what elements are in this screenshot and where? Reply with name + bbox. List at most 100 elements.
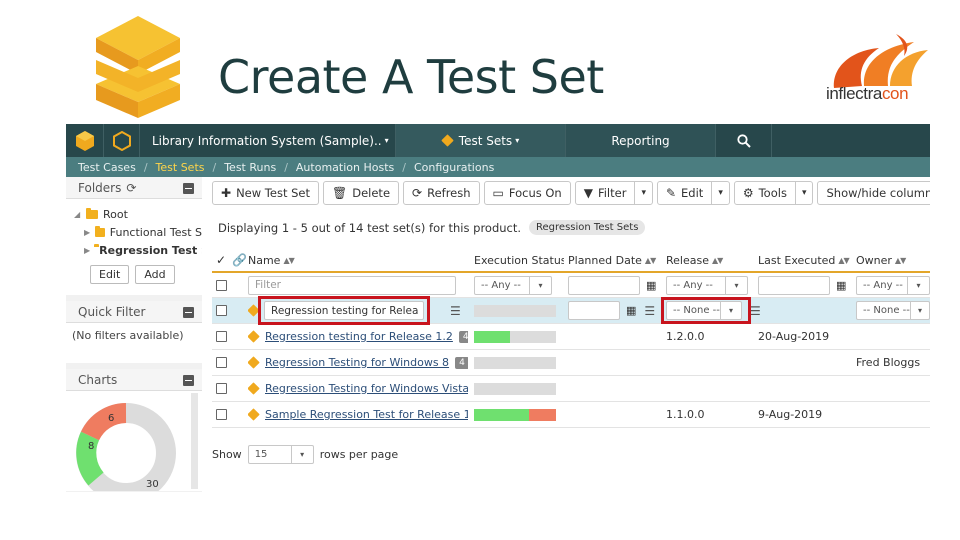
release-filter-select[interactable]: -- Any -- ▾ — [666, 275, 748, 295]
row-checkbox[interactable] — [216, 298, 227, 323]
sort-icon[interactable]: ▲▼ — [895, 256, 906, 265]
folders-panel-header: Folders ⟳ — [66, 177, 202, 199]
release-cell: 1.1.0.0 — [666, 402, 704, 427]
test-set-link[interactable]: Sample Regression Test for Release 1.1 — [265, 408, 468, 421]
row-checkbox[interactable] — [216, 376, 227, 401]
test-set-link[interactable]: Regression Testing for Windows Vista — [265, 382, 468, 395]
collapse-icon[interactable]: ◢ — [74, 210, 82, 219]
sort-icon[interactable]: ▲▼ — [838, 256, 849, 265]
app-screenshot: Library Information System (Sample).. ▾ T… — [66, 124, 930, 492]
chevron-down-icon[interactable]: ▾ — [712, 188, 729, 198]
last-executed-value: 20-Aug-2019 — [758, 330, 830, 343]
search-button[interactable] — [716, 124, 772, 157]
subnav-test-sets[interactable]: Test Sets — [156, 161, 205, 174]
exec-status-bar — [474, 298, 556, 323]
page-size-select[interactable]: 15 ▾ — [247, 445, 314, 464]
slide-title: Create A Test Set — [218, 50, 604, 104]
expand-icon[interactable]: ▶ — [84, 228, 91, 237]
expand-icon[interactable]: ▶ — [84, 246, 90, 255]
list-icon[interactable]: ☰ — [450, 298, 461, 323]
exec-filter-value: -- Any -- — [481, 279, 521, 291]
nav-tab-test-sets[interactable]: Test Sets ▾ — [396, 124, 566, 157]
refresh-icon[interactable]: ⟳ — [126, 181, 136, 195]
row-checkbox[interactable] — [216, 273, 227, 297]
last-executed-value: 9-Aug-2019 — [758, 408, 823, 421]
chevron-down-icon[interactable]: ▾ — [796, 188, 813, 198]
quick-filter-header: Quick Filter — [66, 301, 202, 323]
row-checkbox[interactable] — [216, 324, 227, 349]
add-folder-button[interactable]: Add — [135, 265, 175, 284]
exec-status-cell — [474, 402, 556, 427]
edit-folder-button[interactable]: Edit — [90, 265, 130, 284]
row-checkbox[interactable] — [216, 402, 227, 427]
brand-prefix: inflectra — [826, 84, 882, 103]
show-hide-columns-button[interactable]: Show/hide column — [817, 181, 930, 205]
nav-tab-reporting[interactable]: Reporting — [566, 124, 716, 157]
minimize-icon[interactable] — [183, 183, 194, 194]
chevron-down-icon: ▾ — [384, 136, 389, 145]
folder-filter-badge[interactable]: Regression Test Sets — [529, 220, 646, 235]
folder-label: Functional Test S — [109, 225, 202, 239]
focus-on-button[interactable]: ▭ Focus On — [483, 181, 571, 205]
owner-filter-select[interactable]: -- Any -- ▾ — [856, 275, 930, 295]
sort-icon[interactable]: ▲▼ — [283, 256, 294, 265]
subnav-test-runs[interactable]: Test Runs — [224, 161, 276, 174]
sort-icon[interactable]: ▲▼ — [712, 256, 723, 265]
subnav-automation-hosts[interactable]: Automation Hosts — [296, 161, 394, 174]
column-planned-date[interactable]: Planned Date ▲▼ — [568, 249, 664, 271]
plus-icon: ✚ — [221, 186, 232, 200]
table-row[interactable]: Regression Testing for Windows Vista4 — [212, 376, 930, 402]
chevron-down-icon[interactable]: ▾ — [635, 188, 652, 198]
sort-icon[interactable]: ▲▼ — [645, 256, 656, 265]
test-set-link[interactable]: Regression Testing for Windows 8 — [265, 356, 449, 369]
column-owner[interactable]: Owner ▲▼ — [856, 249, 930, 271]
filter-button[interactable]: ▼ Filter ▾ — [574, 181, 653, 205]
scrollbar[interactable] — [191, 393, 198, 489]
project-selector[interactable]: Library Information System (Sample).. ▾ — [140, 124, 396, 157]
calendar-icon[interactable]: ▦ — [626, 304, 636, 317]
refresh-button[interactable]: ⟳ Refresh — [403, 181, 480, 205]
table-row[interactable]: Regression testing for Release 1.2 4 1.2.… — [212, 324, 930, 350]
new-test-set-button[interactable]: ✚ New Test Set — [212, 181, 319, 205]
list-icon[interactable]: ☰ — [644, 304, 655, 318]
calendar-icon[interactable]: ▦ — [836, 279, 846, 292]
planned-date-edit-input[interactable] — [568, 301, 620, 320]
planned-date-filter-input[interactable] — [568, 275, 640, 295]
row-checkbox[interactable] — [216, 350, 227, 375]
tools-button[interactable]: ⚙ Tools ▾ — [733, 181, 814, 205]
edit-button[interactable]: ✎ Edit ▾ — [656, 181, 730, 205]
exec-status-filter-select[interactable]: -- Any -- ▾ — [474, 275, 552, 295]
column-release[interactable]: Release ▲▼ — [666, 249, 756, 271]
last-exec-filter-input[interactable] — [758, 275, 830, 295]
calendar-icon[interactable]: ▦ — [646, 279, 656, 292]
folder-functional[interactable]: ▶ Functional Test S — [74, 223, 202, 241]
minimize-icon[interactable] — [183, 375, 194, 386]
test-set-icon — [248, 408, 260, 421]
filter-label: Filter — [597, 186, 627, 200]
release-value: 1.2.0.0 — [666, 330, 705, 343]
workspace-hex-icon[interactable] — [104, 124, 140, 157]
column-execution-status[interactable]: Execution Status — [474, 249, 564, 271]
folder-regression[interactable]: ▶ Regression Test S — [74, 241, 202, 259]
folder-icon — [94, 225, 105, 237]
spira-home-icon[interactable] — [66, 124, 104, 157]
list-icon[interactable]: ☰ — [750, 298, 761, 323]
subnav-test-cases[interactable]: Test Cases — [78, 161, 136, 174]
owner-edit-select[interactable]: -- None -- ▾ — [856, 301, 930, 320]
column-name[interactable]: Name ▲▼ — [248, 249, 448, 271]
table-row[interactable]: Regression Testing for Windows 8 4 Fred B… — [212, 350, 930, 376]
breadcrumb-subnav: Test Cases / Test Sets / Test Runs / Automa… — [66, 157, 930, 177]
chart-label-6: 6 — [108, 413, 114, 424]
table-row[interactable]: Sample Regression Test for Release 1.13 … — [212, 402, 930, 428]
pagination: Show 15 ▾ rows per page — [212, 445, 398, 464]
subnav-configurations[interactable]: Configurations — [414, 161, 494, 174]
folder-root[interactable]: ◢ Root — [74, 205, 202, 223]
test-set-link[interactable]: Regression testing for Release 1.2 — [265, 330, 453, 343]
minimize-icon[interactable] — [183, 307, 194, 318]
column-last-executed[interactable]: Last Executed ▲▼ — [758, 249, 854, 271]
name-filter-input[interactable]: Filter — [248, 275, 456, 295]
delete-button[interactable]: 🗑 Delete — [323, 181, 400, 205]
owner-filter-value: -- Any -- — [863, 279, 903, 291]
pager-show-label: Show — [212, 448, 242, 461]
select-all-check-icon[interactable]: ✓ — [216, 249, 230, 271]
